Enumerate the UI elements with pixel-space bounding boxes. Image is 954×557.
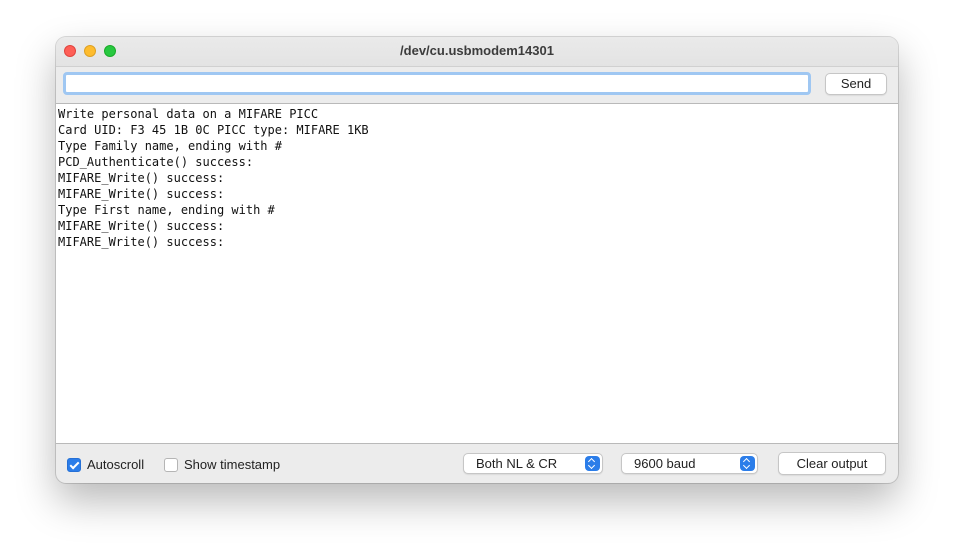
chevron-up-down-icon — [740, 456, 755, 471]
title-bar[interactable]: /dev/cu.usbmodem14301 — [56, 37, 898, 67]
output-line: MIFARE_Write() success: — [58, 219, 225, 233]
send-button[interactable]: Send — [825, 73, 887, 95]
baud-rate-select[interactable]: 9600 baud — [621, 453, 758, 474]
autoscroll-checkbox[interactable] — [67, 458, 81, 472]
autoscroll-label[interactable]: Autoscroll — [87, 457, 144, 473]
output-line: Write personal data on a MIFARE PICC — [58, 107, 319, 121]
output-line: MIFARE_Write() success: — [58, 235, 225, 249]
baud-rate-value: 9600 baud — [634, 456, 696, 471]
output-line: Card UID: F3 45 1B 0C PICC type: MIFARE … — [58, 123, 369, 137]
show-timestamp-label[interactable]: Show timestamp — [184, 457, 280, 473]
clear-output-button[interactable]: Clear output — [778, 452, 886, 475]
window-title: /dev/cu.usbmodem14301 — [400, 43, 554, 58]
output-line: PCD_Authenticate() success: — [58, 155, 254, 169]
serial-monitor-window: /dev/cu.usbmodem14301 Send Write persona… — [56, 37, 898, 483]
output-line: MIFARE_Write() success: — [58, 187, 225, 201]
serial-send-input[interactable] — [63, 72, 811, 95]
line-ending-select[interactable]: Both NL & CR — [463, 453, 603, 474]
output-line: Type First name, ending with # — [58, 203, 275, 217]
serial-output-area[interactable]: Write personal data on a MIFARE PICC Car… — [56, 103, 898, 444]
line-ending-value: Both NL & CR — [476, 456, 558, 471]
show-timestamp-checkbox[interactable] — [164, 458, 178, 472]
chevron-up-down-icon — [585, 456, 600, 471]
output-line: Type Family name, ending with # — [58, 139, 282, 153]
output-line: MIFARE_Write() success: — [58, 171, 225, 185]
